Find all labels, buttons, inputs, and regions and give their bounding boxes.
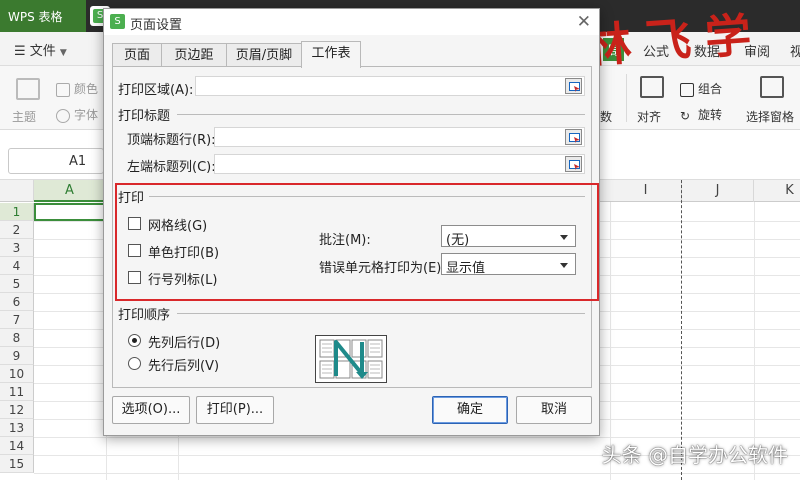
left-cols-input[interactable] — [214, 154, 585, 174]
page-setup-dialog: S 页面设置 ✕ 页面 页边距 页眉/页脚 工作表 打印区域(A): 打印标题 … — [103, 8, 600, 436]
dialog-title: 页面设置 — [130, 18, 183, 33]
print-area-input[interactable] — [195, 76, 585, 96]
row-header[interactable]: 1 — [0, 203, 34, 221]
range-picker-icon[interactable] — [565, 78, 582, 94]
column-header[interactable]: J — [682, 180, 754, 202]
active-cell[interactable] — [34, 203, 106, 221]
select-all-corner[interactable] — [0, 180, 34, 202]
range-picker-icon[interactable] — [565, 129, 582, 145]
align-button[interactable]: 对齐 — [637, 108, 661, 125]
column-header[interactable]: I — [610, 180, 682, 202]
rotate-label: 旋转 — [698, 108, 723, 122]
page-break-line — [681, 180, 682, 480]
ribbon-tab-view[interactable]: 视 — [790, 41, 800, 60]
color-label: 颜色 — [74, 82, 99, 96]
font-button[interactable]: 字体 — [56, 106, 98, 123]
print-order-preview-icon — [315, 335, 387, 383]
print-order-section: 打印顺序 — [118, 308, 171, 323]
cancel-button[interactable]: 取消 — [516, 396, 592, 424]
row-header[interactable]: 15 — [0, 455, 34, 473]
theme-button[interactable]: 主题 — [12, 108, 36, 125]
row-header[interactable]: 5 — [0, 275, 34, 293]
tab-margins[interactable]: 页边距 — [161, 43, 227, 67]
tab-header-footer[interactable]: 页眉/页脚 — [226, 43, 302, 67]
group-button[interactable]: 组合 — [680, 80, 722, 97]
ribbon-fragment-label: 数 — [600, 110, 613, 124]
watermark: 头条 @自学办公软件 — [601, 443, 788, 467]
align-icon — [640, 76, 664, 98]
close-icon[interactable]: ✕ — [577, 12, 591, 32]
print-area-label: 打印区域(A): — [118, 83, 194, 98]
app-tab-title: WPS 表格 — [8, 10, 63, 24]
group-label: 组合 — [698, 82, 723, 96]
row-header[interactable]: 2 — [0, 221, 34, 239]
row-header[interactable]: 4 — [0, 257, 34, 275]
radio-dot — [128, 334, 141, 347]
app-tab-wps[interactable]: WPS 表格 — [0, 0, 86, 32]
selection-pane-icon — [760, 76, 784, 98]
color-icon — [56, 82, 70, 97]
highlight-annotation-box — [115, 183, 599, 301]
color-button[interactable]: 颜色 — [56, 80, 98, 97]
tab-page[interactable]: 页面 — [112, 43, 162, 67]
over-then-down-label: 先行后列(V) — [148, 359, 220, 374]
down-then-over-radio[interactable]: 先列后行(D) — [128, 332, 238, 351]
row-header[interactable]: 14 — [0, 437, 34, 455]
print-button[interactable]: 打印(P)... — [196, 396, 274, 424]
row-header[interactable]: 3 — [0, 239, 34, 257]
ok-button[interactable]: 确定 — [432, 396, 508, 424]
file-menu-label: 文件 — [29, 44, 56, 59]
print-titles-section: 打印标题 — [118, 109, 171, 124]
row-header[interactable]: 7 — [0, 311, 34, 329]
column-header[interactable]: K — [754, 180, 800, 202]
down-then-over-label: 先列后行(D) — [148, 336, 221, 351]
ribbon-separator — [626, 74, 627, 122]
row-header[interactable]: 6 — [0, 293, 34, 311]
row-header[interactable]: 12 — [0, 401, 34, 419]
section-divider — [177, 313, 585, 314]
font-icon — [56, 108, 70, 123]
theme-icon — [16, 78, 40, 100]
top-rows-label: 顶端标题行(R): — [127, 133, 216, 148]
tab-sheet[interactable]: 工作表 — [301, 41, 361, 68]
over-then-down-radio[interactable]: 先行后列(V) — [128, 355, 238, 374]
section-divider — [177, 114, 585, 115]
selection-pane-button[interactable]: 选择窗格 — [746, 108, 794, 125]
sheet-tab-panel: 打印区域(A): 打印标题 顶端标题行(R): 左端标题列(C): 打印 网格线… — [112, 66, 599, 388]
radio-dot — [128, 357, 141, 370]
options-button[interactable]: 选项(O)... — [112, 396, 190, 424]
row-header[interactable]: 13 — [0, 419, 34, 437]
rotate-icon: ↻ — [680, 108, 691, 123]
row-header[interactable]: 8 — [0, 329, 34, 347]
range-picker-icon[interactable] — [565, 156, 582, 172]
row-header[interactable]: 10 — [0, 365, 34, 383]
left-cols-label: 左端标题列(C): — [127, 160, 216, 175]
name-box[interactable]: A1 — [8, 148, 104, 174]
dialog-tab-strip: 页面 页边距 页眉/页脚 工作表 — [112, 41, 592, 68]
top-rows-input[interactable] — [214, 127, 585, 147]
rotate-button[interactable]: ↻ 旋转 — [680, 106, 722, 123]
file-menu-button[interactable]: ☰ 文件 ▼ — [14, 40, 67, 59]
chevron-down-icon: ▼ — [59, 48, 67, 58]
font-label: 字体 — [74, 108, 99, 122]
hamburger-icon: ☰ — [14, 44, 30, 59]
wps-sheet-icon: S — [110, 14, 125, 29]
row-header[interactable]: 9 — [0, 347, 34, 365]
column-header[interactable]: A — [34, 180, 106, 202]
row-header[interactable]: 11 — [0, 383, 34, 401]
group-icon — [680, 82, 694, 97]
calligraphy-overlay: 林飞学 — [583, 6, 767, 74]
dialog-titlebar: S 页面设置 ✕ — [104, 9, 599, 35]
page-order-diagram — [319, 339, 383, 379]
